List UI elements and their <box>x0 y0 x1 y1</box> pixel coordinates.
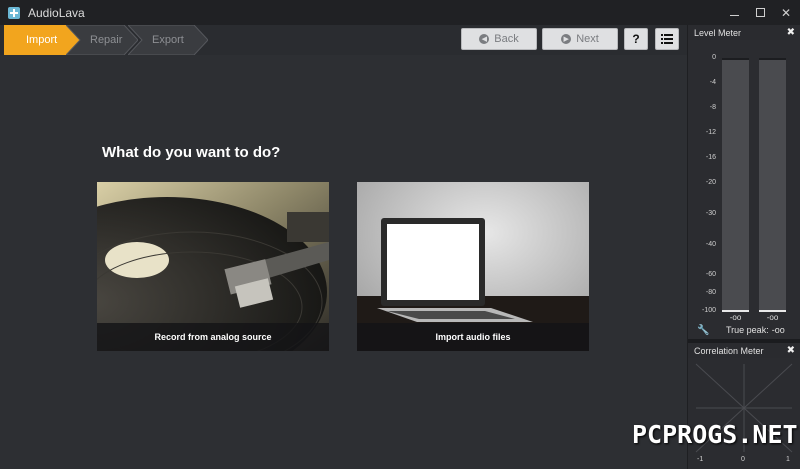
close-window-button[interactable]: ✕ <box>780 7 792 19</box>
import-files-label: Import audio files <box>357 323 589 351</box>
list-view-button[interactable] <box>655 28 679 50</box>
back-label: Back <box>494 33 519 45</box>
level-meter-panel: Level Meter ✖ 0 -4 -8 -12 -16 -20 -30 -4… <box>688 25 800 339</box>
level-value-left: -oo <box>729 313 742 322</box>
level-meter-header: Level Meter ✖ <box>688 25 800 40</box>
next-arrow-icon: ▶ <box>561 34 572 44</box>
step-export[interactable]: Export <box>128 25 208 55</box>
scale-label: -40 <box>705 241 716 248</box>
scale-label: -12 <box>705 129 716 136</box>
minimize-icon <box>729 15 739 16</box>
watermark-text: PCPROGS.NET <box>632 420 798 449</box>
level-floor-right <box>759 310 786 312</box>
correlation-scale-label: -1 <box>697 456 704 463</box>
level-meter-title: Level Meter <box>694 27 742 38</box>
scale-label: -4 <box>709 79 716 86</box>
main-panel: Import Repair Export ◀ Back ▶ Next ? Wha… <box>0 25 687 469</box>
level-floor-left <box>722 310 749 312</box>
step-repair-label: Repair <box>90 34 123 46</box>
minimize-button[interactable] <box>728 7 740 19</box>
level-value-right: -oo <box>766 313 779 322</box>
side-panel: Level Meter ✖ 0 -4 -8 -12 -16 -20 -30 -4… <box>688 25 800 469</box>
toolbar: Import Repair Export ◀ Back ▶ Next ? <box>0 25 687 55</box>
list-icon <box>661 34 673 44</box>
scale-label: -30 <box>705 210 716 217</box>
wrench-icon[interactable]: 🔧 <box>697 325 709 336</box>
help-button[interactable]: ? <box>624 28 648 50</box>
correlation-meter-title: Correlation Meter <box>694 345 764 356</box>
true-peak-readout: True peak: -oo <box>726 325 785 335</box>
step-export-label: Export <box>152 34 184 46</box>
scale-label: -80 <box>705 289 716 296</box>
step-import-label: Import <box>26 34 58 46</box>
scale-label: -100 <box>701 307 716 314</box>
maximize-button[interactable] <box>754 7 766 19</box>
true-peak-label: True peak: <box>726 325 769 335</box>
scale-label: 0 <box>712 54 716 61</box>
scale-label: -20 <box>705 179 716 186</box>
close-correlation-meter-button[interactable]: ✖ <box>787 345 795 356</box>
next-label: Next <box>576 33 599 45</box>
import-files-card[interactable]: Import audio files <box>357 182 589 351</box>
correlation-scale-label: 1 <box>786 456 790 463</box>
app-title: AudioLava <box>28 5 85 20</box>
app-icon <box>8 6 20 19</box>
correlation-meter-header: Correlation Meter ✖ <box>688 343 800 358</box>
record-analog-card[interactable]: Record from analog source <box>97 182 329 351</box>
back-button[interactable]: ◀ Back <box>461 28 537 50</box>
level-bar-right <box>759 58 786 311</box>
page-question: What do you want to do? <box>102 144 281 161</box>
true-peak-value: -oo <box>771 325 785 335</box>
next-button[interactable]: ▶ Next <box>542 28 618 50</box>
back-arrow-icon: ◀ <box>479 34 490 44</box>
title-bar: AudioLava ✕ <box>0 0 800 25</box>
level-bar-left <box>722 58 749 311</box>
close-level-meter-button[interactable]: ✖ <box>787 27 795 38</box>
maximize-icon <box>755 8 765 17</box>
correlation-scale-label: 0 <box>741 456 745 463</box>
scale-label: -8 <box>709 104 716 111</box>
record-analog-label: Record from analog source <box>97 323 329 351</box>
scale-label: -60 <box>705 271 716 278</box>
correlation-meter-panel: Correlation Meter ✖ -1 0 1 <box>688 343 800 469</box>
scale-label: -16 <box>705 154 716 161</box>
window-controls: ✕ <box>728 0 792 25</box>
